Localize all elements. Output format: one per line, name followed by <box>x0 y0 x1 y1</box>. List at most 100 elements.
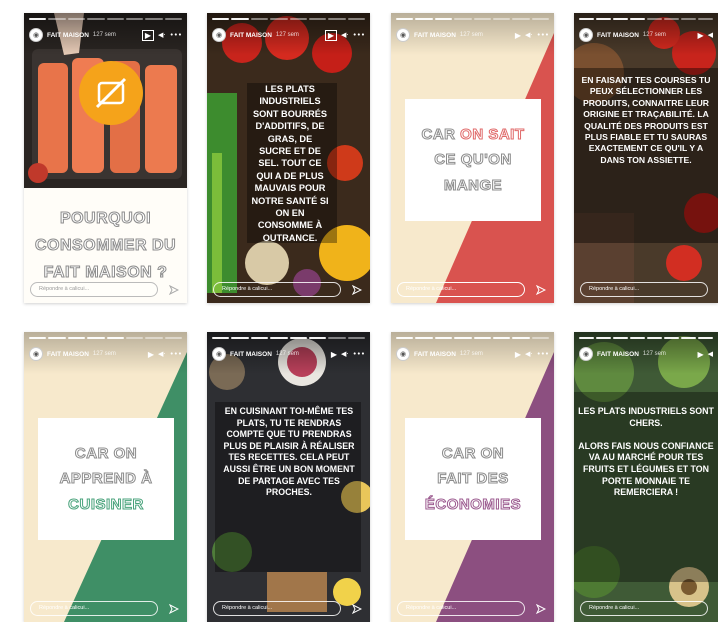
story-8-text: LES PLATS INDUSTRIELS SONT CHERS. ALORS … <box>578 406 714 498</box>
account-name[interactable]: FAIT MAISON <box>230 351 272 358</box>
story-header: ◉ FAIT MAISON 127 sem ▶ ◀· ••• <box>396 27 549 43</box>
story-2-text: LES PLATS INDUSTRIELS SONT BOURRÉS D'ADD… <box>251 84 329 243</box>
send-icon[interactable] <box>536 285 546 295</box>
progress-bar <box>212 18 365 20</box>
account-name[interactable]: FAIT MAISON <box>47 351 89 358</box>
play-icon[interactable]: ▶ <box>148 350 154 359</box>
reply-input[interactable]: Répondre à calicui... <box>397 601 525 616</box>
volume-icon[interactable]: ◀· <box>525 350 533 358</box>
story-header: ◉ FAIT MAISON 127 sem ▶ ◀· ••• <box>212 346 365 362</box>
avatar[interactable]: ◉ <box>212 347 226 361</box>
story-3-accent: ON SAIT <box>460 125 525 143</box>
reply-input[interactable]: Répondre à calicui... <box>580 601 708 616</box>
story-card-3[interactable]: ◉ FAIT MAISON 127 sem ▶ ◀· ••• CAR ON SA… <box>391 13 554 303</box>
avatar[interactable]: ◉ <box>29 28 43 42</box>
progress-bar <box>579 18 713 20</box>
story-header: ◉ FAIT MAISON 127 sem ▶ ◀· ••• <box>212 27 365 43</box>
play-icon[interactable]: ▶ <box>331 350 337 359</box>
avatar[interactable]: ◉ <box>212 28 226 42</box>
story-header: ◉ FAIT MAISON 127 sem ▶ ◀· ••• <box>29 27 182 43</box>
more-icon[interactable]: ••• <box>353 31 365 39</box>
avatar[interactable]: ◉ <box>29 347 43 361</box>
more-icon[interactable]: ••• <box>353 350 365 358</box>
story-5-line-2: APPREND À <box>59 470 153 488</box>
volume-icon[interactable]: ◀· <box>158 350 166 358</box>
story-header: ◉ FAIT MAISON 127 sem ▶ ◀· ••• <box>396 346 549 362</box>
volume-icon[interactable]: ◀· <box>341 350 349 358</box>
volume-icon[interactable]: ◀ <box>708 350 713 358</box>
progress-bar <box>29 337 182 339</box>
story-4-text: EN FAISANT TES COURSES TU PEUX SÉLECTION… <box>581 75 711 165</box>
story-header: ◉ FAIT MAISON 127 sem ▶ ◀ <box>579 27 713 43</box>
post-time: 127 sem <box>275 351 299 357</box>
play-icon[interactable]: ▶ <box>515 350 521 359</box>
story-5-text-box: CAR ON APPREND À CUISINER <box>38 418 174 540</box>
account-name[interactable]: FAIT MAISON <box>47 32 89 39</box>
story-3-line-2: CE QU'ON <box>434 151 512 169</box>
send-icon[interactable] <box>536 604 546 614</box>
post-time: 127 sem <box>275 32 299 38</box>
avatar[interactable]: ◉ <box>579 28 593 42</box>
reply-input[interactable]: Répondre à calicui... <box>397 282 525 297</box>
progress-bar <box>579 337 713 339</box>
play-icon[interactable]: ▶ <box>515 31 521 40</box>
post-time: 127 sem <box>459 351 483 357</box>
send-icon[interactable] <box>169 604 179 614</box>
reply-input[interactable]: Répondre à calicui... <box>30 282 158 297</box>
post-time: 127 sem <box>459 32 483 38</box>
account-name[interactable]: FAIT MAISON <box>597 32 639 39</box>
more-icon[interactable]: ••• <box>537 31 549 39</box>
reply-input[interactable]: Répondre à calicui... <box>30 601 158 616</box>
play-icon[interactable]: ▶ <box>141 29 154 41</box>
volume-icon[interactable]: ◀· <box>158 31 166 39</box>
avatar[interactable]: ◉ <box>396 28 410 42</box>
avatar[interactable]: ◉ <box>396 347 410 361</box>
account-name[interactable]: FAIT MAISON <box>597 351 639 358</box>
reply-input[interactable]: Répondre à calicui... <box>580 282 708 297</box>
story-card-6[interactable]: ◉ FAIT MAISON 127 sem ▶ ◀· ••• EN CUISIN… <box>207 332 370 622</box>
post-time: 127 sem <box>92 32 116 38</box>
reply-input[interactable]: Répondre à calicui... <box>213 282 341 297</box>
story-1-title-line-2: CONSOMMER DU <box>34 236 177 254</box>
progress-bar <box>396 337 549 339</box>
story-5-accent: CUISINER <box>68 495 144 513</box>
story-5-line-1: CAR ON <box>74 444 138 462</box>
story-3-line-3: MANGE <box>443 176 503 194</box>
story-card-1[interactable]: ◉ FAIT MAISON 127 sem ▶ ◀· ••• POURQUOI … <box>24 13 187 303</box>
progress-bar <box>212 337 365 339</box>
post-time: 127 sem <box>92 351 116 357</box>
story-card-4[interactable]: ◉ FAIT MAISON 127 sem ▶ ◀ EN FAISANT TES… <box>574 13 718 303</box>
story-7-text-box: CAR ON FAIT DES ÉCONOMIES <box>405 418 541 540</box>
no-microwave-icon <box>79 61 143 125</box>
story-7-accent: ÉCONOMIES <box>424 495 522 513</box>
story-7-line-2: FAIT DES <box>437 470 509 488</box>
story-7-line-1: CAR ON <box>441 444 505 462</box>
more-icon[interactable]: ••• <box>170 31 182 39</box>
more-icon[interactable]: ••• <box>170 350 182 358</box>
reply-input[interactable]: Répondre à calicui... <box>213 601 341 616</box>
send-icon[interactable] <box>352 604 362 614</box>
account-name[interactable]: FAIT MAISON <box>414 351 456 358</box>
progress-bar <box>396 18 549 20</box>
post-time: 127 sem <box>642 351 666 357</box>
volume-icon[interactable]: ◀· <box>525 31 533 39</box>
post-time: 127 sem <box>642 32 666 38</box>
play-icon[interactable]: ▶ <box>697 31 703 40</box>
play-icon[interactable]: ▶ <box>697 350 703 359</box>
story-card-5[interactable]: ◉ FAIT MAISON 127 sem ▶ ◀· ••• CAR ON AP… <box>24 332 187 622</box>
avatar[interactable]: ◉ <box>579 347 593 361</box>
account-name[interactable]: FAIT MAISON <box>230 32 272 39</box>
story-header: ◉ FAIT MAISON 127 sem ▶ ◀· ••• <box>29 346 182 362</box>
account-name[interactable]: FAIT MAISON <box>414 32 456 39</box>
story-header: ◉ FAIT MAISON 127 sem ▶ ◀ <box>579 346 713 362</box>
more-icon[interactable]: ••• <box>537 350 549 358</box>
story-card-2[interactable]: ◉ FAIT MAISON 127 sem ▶ ◀· ••• LES PLATS… <box>207 13 370 303</box>
story-card-8[interactable]: ◉ FAIT MAISON 127 sem ▶ ◀ LES PLATS INDU… <box>574 332 718 622</box>
volume-icon[interactable]: ◀ <box>708 31 713 39</box>
play-icon[interactable]: ▶ <box>324 29 337 41</box>
story-card-7[interactable]: ◉ FAIT MAISON 127 sem ▶ ◀· ••• CAR ON FA… <box>391 332 554 622</box>
progress-bar <box>29 18 182 20</box>
send-icon[interactable] <box>352 285 362 295</box>
volume-icon[interactable]: ◀· <box>341 31 349 39</box>
send-icon[interactable] <box>169 285 179 295</box>
